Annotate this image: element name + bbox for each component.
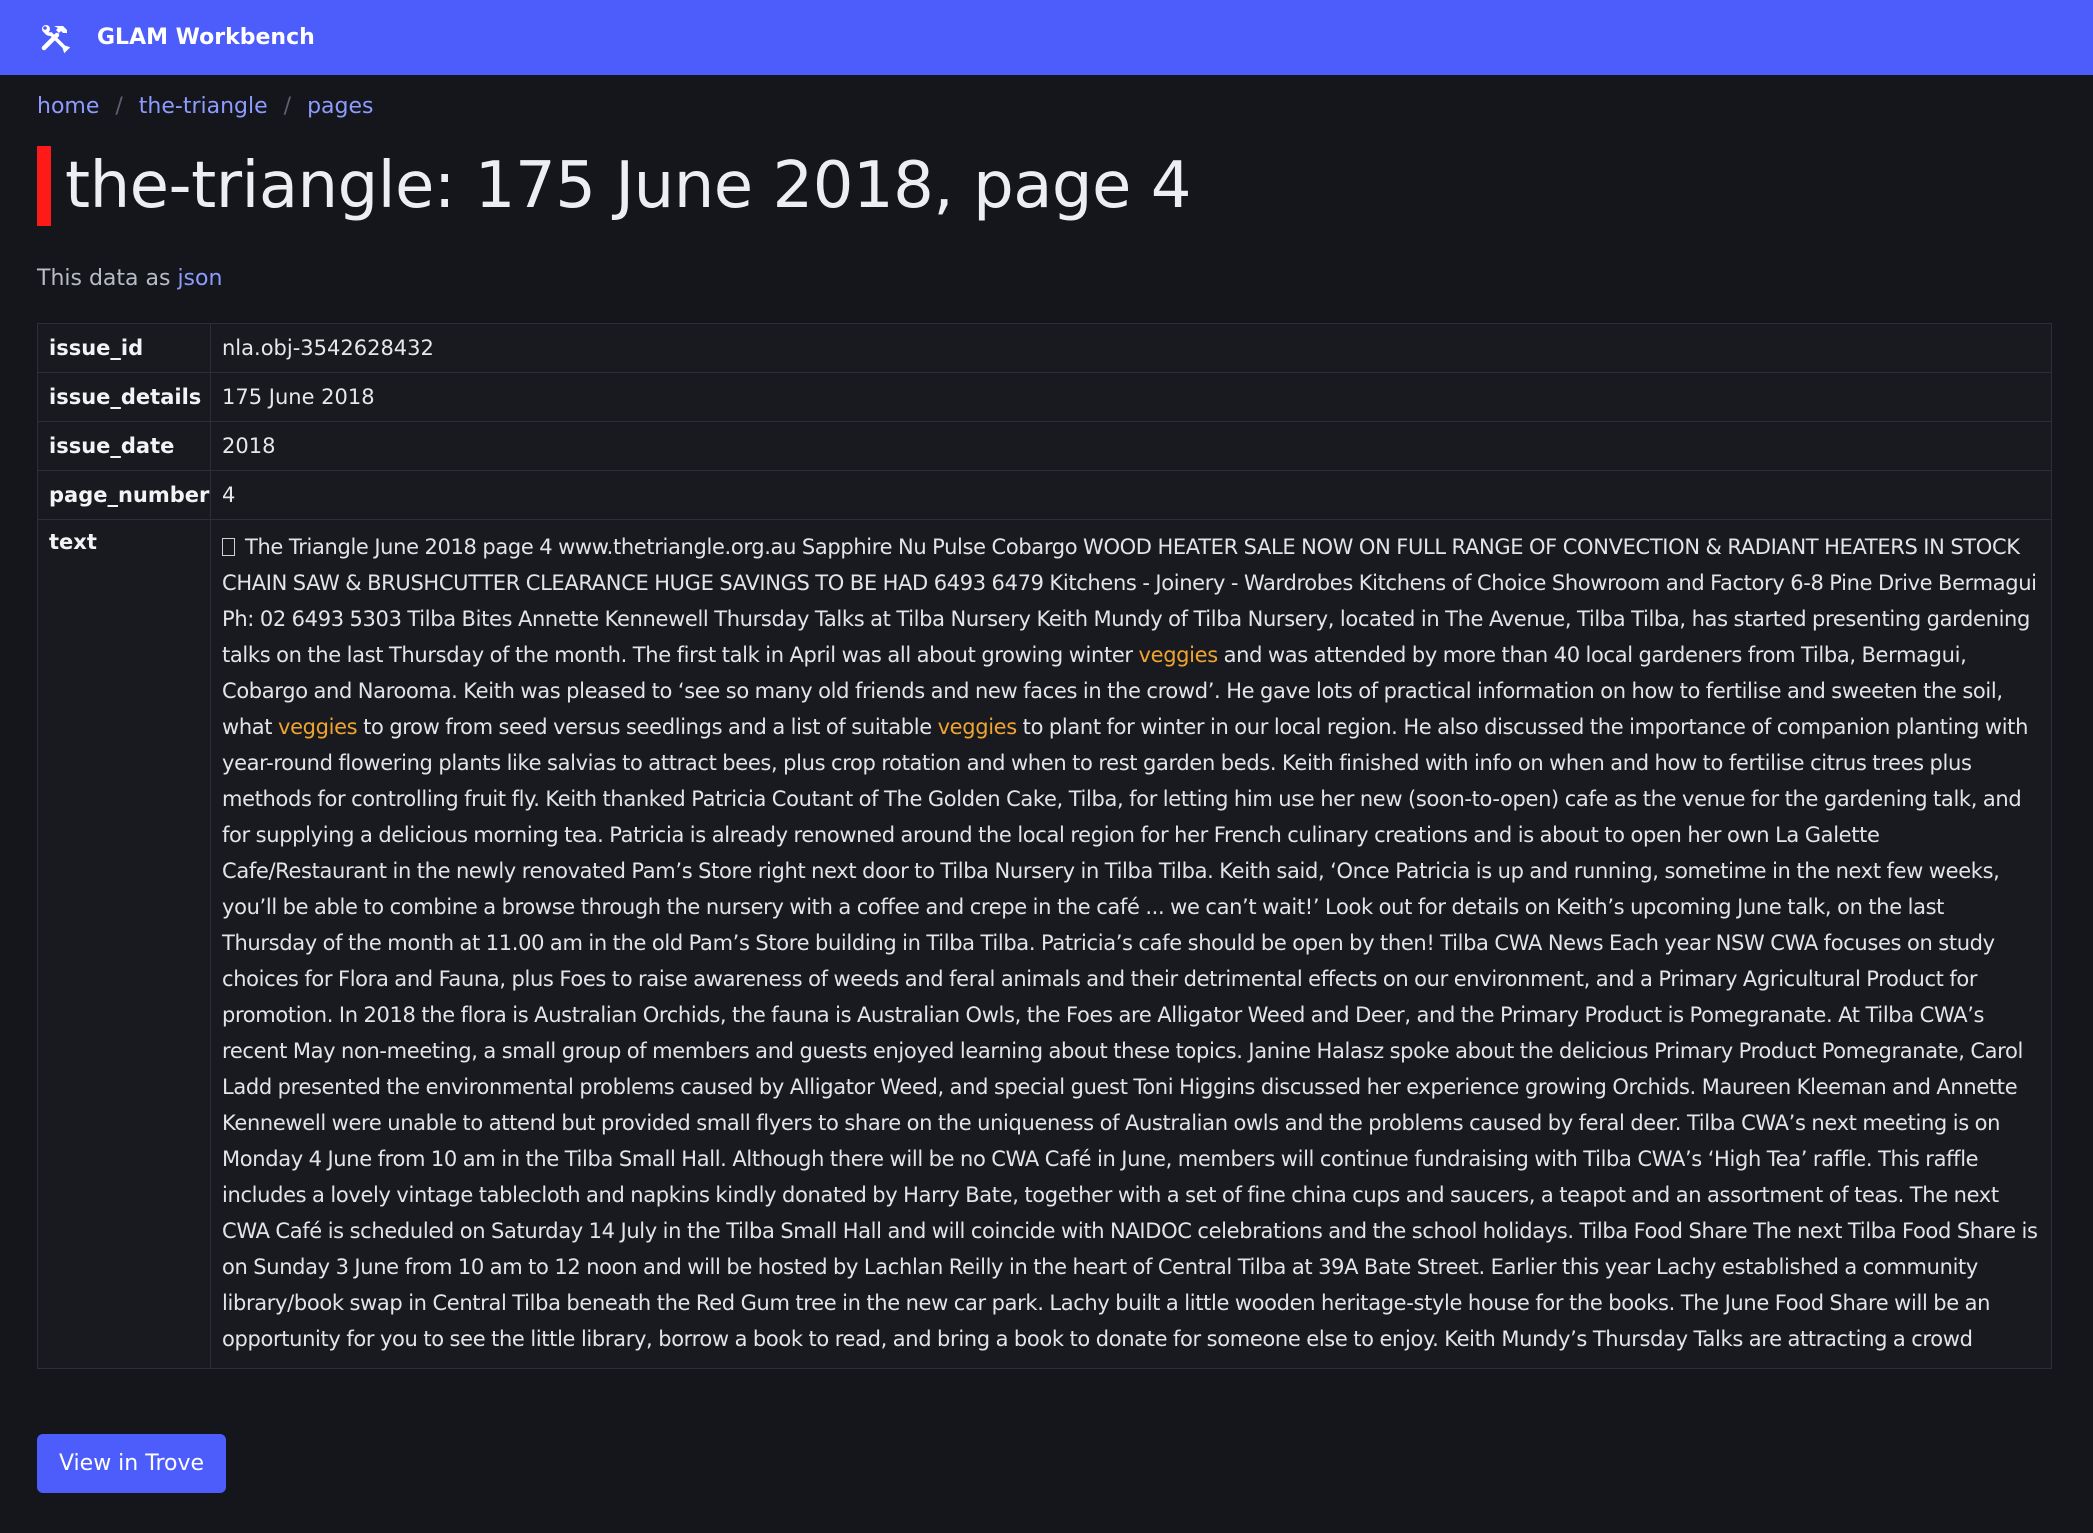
- breadcrumb-home[interactable]: home: [37, 94, 99, 119]
- json-link[interactable]: json: [177, 266, 222, 291]
- page-heading: the-triangle: 175 June 2018, page 4: [37, 146, 1191, 226]
- table-row: issue_details 175 June 2018: [37, 372, 2052, 422]
- breadcrumb-pages[interactable]: pages: [307, 94, 373, 119]
- search-highlight: veggies: [937, 715, 1018, 739]
- breadcrumb-separator: /: [115, 93, 123, 119]
- field-key: issue_details: [37, 372, 211, 422]
- field-value: 4: [210, 470, 2052, 520]
- field-key: text: [37, 519, 211, 1369]
- tools-icon[interactable]: [38, 21, 72, 55]
- page-text: The Triangle June 2018 page 4 www.thetri…: [210, 519, 2052, 1369]
- table-row: issue_date 2018: [37, 421, 2052, 471]
- table-row: page_number 4: [37, 470, 2052, 520]
- field-key: issue_id: [37, 323, 211, 373]
- search-highlight: veggies: [1138, 643, 1219, 667]
- breadcrumb-the-triangle[interactable]: the-triangle: [139, 94, 268, 119]
- top-navbar: GLAM Workbench: [0, 0, 2093, 75]
- missing-glyph-icon: [222, 538, 235, 556]
- field-value: 175 June 2018: [210, 372, 2052, 422]
- search-highlight: veggies: [278, 715, 358, 739]
- field-key: issue_date: [37, 421, 211, 471]
- text-segment: to plant for winter in our local region.…: [222, 715, 2038, 1351]
- data-as-label: This data as: [37, 266, 178, 291]
- breadcrumb-separator: /: [283, 93, 292, 119]
- breadcrumb: home / the-triangle / pages: [37, 88, 374, 124]
- field-value: nla.obj-3542628432: [210, 323, 2052, 373]
- table-row: issue_id nla.obj-3542628432: [37, 323, 2052, 373]
- field-key: page_number: [37, 470, 211, 520]
- record-table: issue_id nla.obj-3542628432 issue_detail…: [37, 323, 2052, 1369]
- page-title: the-triangle: 175 June 2018, page 4: [65, 149, 1191, 223]
- table-row-text: text The Triangle June 2018 page 4 www.t…: [37, 519, 2052, 1369]
- title-accent-bar: [37, 146, 51, 226]
- page-text-body: The Triangle June 2018 page 4 www.thetri…: [222, 535, 2038, 1351]
- field-value: 2018: [210, 421, 2052, 471]
- app-title[interactable]: GLAM Workbench: [97, 25, 315, 50]
- text-segment: to grow from seed versus seedlings and a…: [357, 715, 938, 739]
- view-in-trove-button[interactable]: View in Trove: [37, 1434, 226, 1493]
- data-format-links: This data as json: [37, 266, 222, 291]
